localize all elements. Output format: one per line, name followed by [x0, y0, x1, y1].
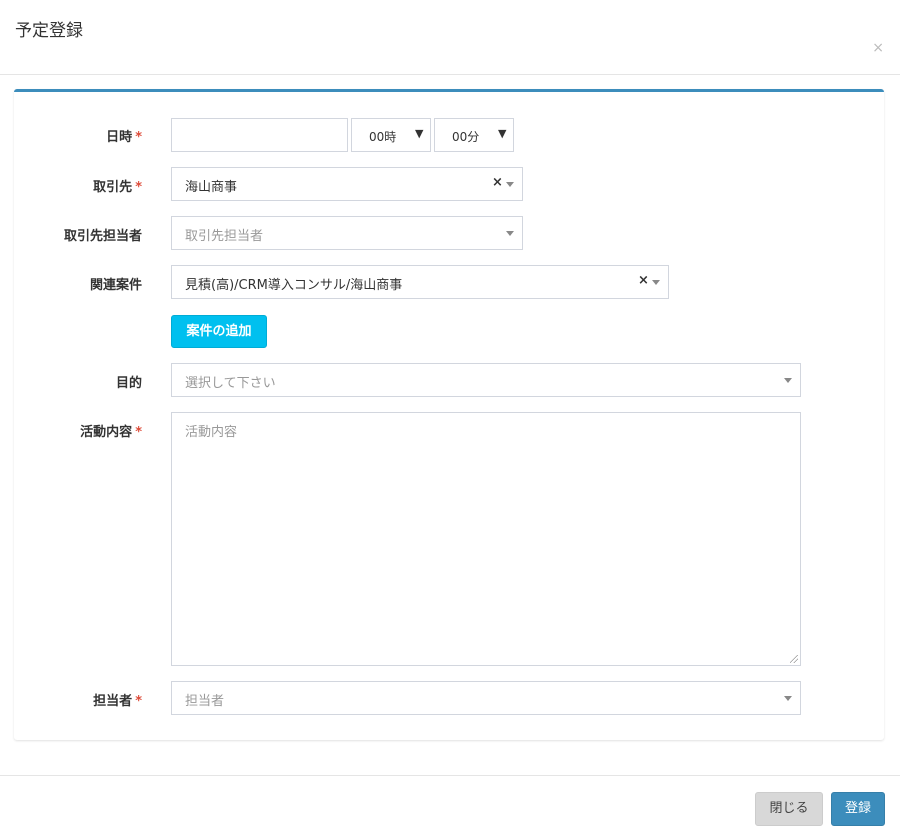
related-deal-label: 関連案件 [89, 278, 142, 293]
resize-handle-icon[interactable] [790, 655, 798, 663]
required-mark: * [135, 180, 142, 195]
activity-placeholder: 活動内容 [185, 425, 238, 440]
client-contact-label: 取引先担当者 [63, 229, 142, 244]
clear-icon[interactable]: × [492, 175, 503, 190]
assignee-select[interactable]: 担当者 [171, 681, 801, 715]
date-input[interactable] [171, 118, 348, 152]
required-mark: * [135, 130, 142, 145]
related-deal-select[interactable]: 見積(高)/CRM導入コンサル/海山商事 × [171, 265, 669, 299]
purpose-placeholder: 選択して下さい [185, 376, 276, 391]
modal-footer: 閉じる 登録 [0, 775, 900, 840]
chevron-down-icon [506, 231, 514, 236]
minute-select-value: 00分 [452, 130, 480, 144]
submit-button[interactable]: 登録 [831, 792, 885, 826]
client-contact-placeholder: 取引先担当者 [185, 229, 264, 244]
chevron-down-icon [784, 696, 792, 701]
hour-select[interactable]: 00時 ▼ [351, 118, 431, 152]
form-box: 日時 * 00時 ▼ 00分 ▼ 取引先 * 海山商事 × 取引先担当者 取引先担当… [14, 89, 884, 740]
add-deal-button[interactable]: 案件の追加 [171, 315, 267, 348]
related-deal-value: 見積(高)/CRM導入コンサル/海山商事 [185, 278, 403, 293]
client-label: 取引先 * [93, 180, 142, 195]
assignee-label: 担当者 * [93, 694, 142, 709]
datetime-label: 日時 * [106, 130, 142, 145]
modal-title: 予定登録 [15, 21, 83, 41]
hour-select-value: 00時 [369, 130, 397, 144]
activity-label: 活動内容 * [80, 425, 142, 440]
chevron-down-icon [506, 182, 514, 187]
assignee-placeholder: 担当者 [185, 694, 225, 709]
purpose-label: 目的 [115, 376, 142, 391]
chevron-down-icon: ▼ [415, 127, 424, 140]
client-select[interactable]: 海山商事 × [171, 167, 523, 201]
minute-select[interactable]: 00分 ▼ [434, 118, 514, 152]
modal-header: 予定登録 × [0, 0, 900, 75]
required-mark: * [135, 694, 142, 709]
client-select-value: 海山商事 [185, 180, 238, 195]
close-button[interactable]: 閉じる [755, 792, 823, 826]
purpose-select[interactable]: 選択して下さい [171, 363, 801, 397]
chevron-down-icon [652, 280, 660, 285]
activity-textarea[interactable]: 活動内容 [171, 412, 801, 666]
chevron-down-icon: ▼ [498, 127, 507, 140]
chevron-down-icon [784, 378, 792, 383]
close-icon[interactable]: × [872, 40, 884, 56]
required-mark: * [135, 425, 142, 440]
client-contact-select[interactable]: 取引先担当者 [171, 216, 523, 250]
clear-icon[interactable]: × [638, 273, 649, 288]
